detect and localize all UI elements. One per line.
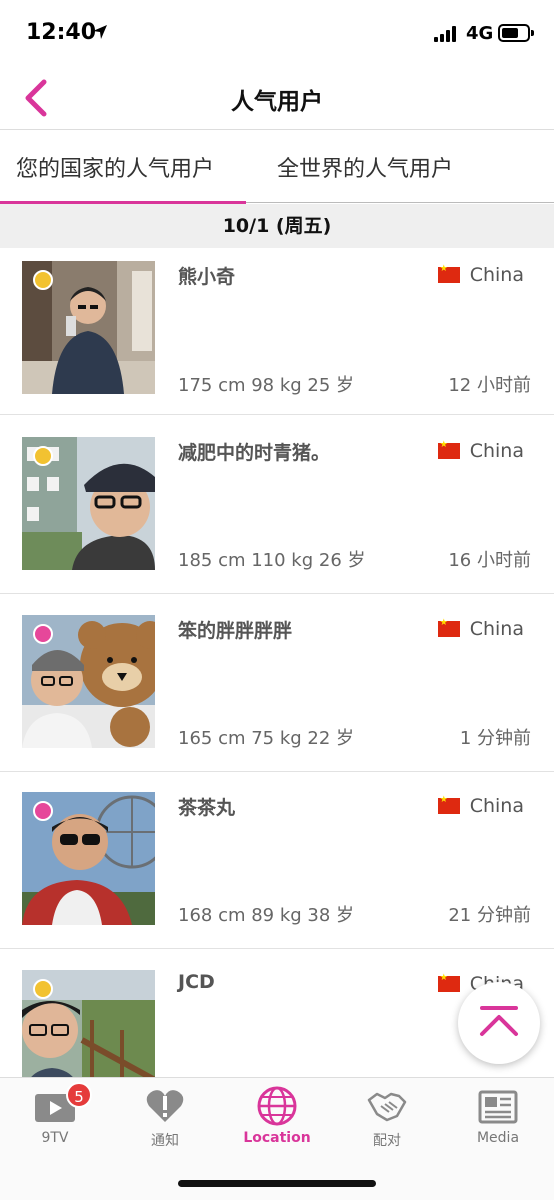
tab-notifications[interactable]: 通知 — [110, 1078, 220, 1158]
user-list[interactable]: 熊小奇 China 175 cm 98 kg 25 岁 12 小时前 — [0, 248, 554, 1077]
arrow-up-to-top-icon — [480, 1006, 518, 1036]
list-item[interactable]: 茶茶丸 China 168 cm 89 kg 38 岁 21 分钟前 — [0, 771, 554, 949]
tab-label: Location — [243, 1130, 311, 1146]
scroll-to-top-button[interactable] — [458, 982, 540, 1064]
country-label: China — [469, 264, 524, 286]
user-country: China — [437, 440, 524, 462]
country-label: China — [469, 618, 524, 640]
tab-match[interactable]: 配对 — [332, 1078, 442, 1158]
home-indicator[interactable] — [178, 1180, 376, 1187]
user-name: 笨的胖胖胖胖 — [178, 620, 293, 642]
online-status-dot — [33, 624, 53, 644]
user-name: 茶茶丸 — [178, 797, 236, 819]
segment-tabs: 您的国家的人气用户 全世界的人气用户 — [0, 131, 554, 204]
list-item[interactable]: 笨的胖胖胖胖 China 165 cm 75 kg 22 岁 1 分钟前 — [0, 594, 554, 772]
user-stats: 175 cm 98 kg 25 岁 — [178, 375, 355, 396]
user-name: JCD — [178, 971, 215, 993]
user-name: 熊小奇 — [178, 266, 236, 288]
tab-label: Media — [476, 1130, 520, 1146]
user-country: China — [437, 618, 524, 640]
tab-label: 9TV — [41, 1130, 69, 1146]
online-status-dot — [33, 270, 53, 290]
list-item[interactable]: 减肥中的时青猪。 China 185 cm 110 kg 26 岁 16 小时前 — [0, 416, 554, 594]
tab-label: 通知 — [151, 1133, 179, 1149]
tab-location[interactable]: Location — [222, 1078, 332, 1158]
online-status-dot — [33, 801, 53, 821]
date-section-header: 10/1 (周五) — [0, 204, 554, 248]
country-label: China — [469, 440, 524, 462]
tab-label: 配对 — [373, 1133, 401, 1149]
user-country: China — [437, 795, 524, 817]
newspaper-icon — [478, 1090, 518, 1124]
china-flag-icon — [437, 264, 460, 283]
online-status-dot — [33, 446, 53, 466]
tab-country-popular[interactable]: 您的国家的人气用户 — [16, 151, 214, 183]
last-active-time: 12 小时前 — [448, 375, 531, 396]
status-time: 12:40 — [26, 20, 97, 45]
tab-media[interactable]: Media — [443, 1078, 553, 1158]
user-stats: 168 cm 89 kg 38 岁 — [178, 905, 355, 926]
user-name: 减肥中的时青猪。 — [178, 442, 331, 464]
user-stats: 165 cm 75 kg 22 岁 — [178, 728, 355, 749]
tab-9tv[interactable]: 5 9TV — [0, 1078, 110, 1158]
network-type: 4G — [466, 23, 494, 44]
battery-icon — [498, 24, 534, 42]
page-title: 人气用户 — [231, 89, 323, 115]
globe-icon — [257, 1086, 297, 1126]
china-flag-icon — [437, 618, 460, 637]
user-country: China — [437, 264, 524, 286]
tab-world-popular[interactable]: 全世界的人气用户 — [277, 151, 453, 183]
online-status-dot — [33, 979, 53, 999]
signal-icon — [434, 26, 458, 42]
country-label: China — [469, 795, 524, 817]
handshake-icon — [367, 1092, 407, 1122]
last-active-time: 21 分钟前 — [448, 905, 531, 926]
list-item[interactable]: 熊小奇 China 175 cm 98 kg 25 岁 12 小时前 — [0, 248, 554, 415]
notification-badge: 5 — [66, 1082, 92, 1108]
china-flag-icon — [437, 440, 460, 459]
location-arrow-icon — [93, 25, 107, 39]
last-active-time: 1 分钟前 — [459, 728, 531, 749]
heart-alert-icon — [146, 1090, 184, 1122]
china-flag-icon — [437, 973, 460, 992]
status-bar: 12:40 4G — [0, 0, 554, 66]
china-flag-icon — [437, 795, 460, 814]
nav-bar: 人气用户 — [0, 66, 554, 130]
user-stats: 185 cm 110 kg 26 岁 — [178, 550, 366, 571]
last-active-time: 16 小时前 — [448, 550, 531, 571]
